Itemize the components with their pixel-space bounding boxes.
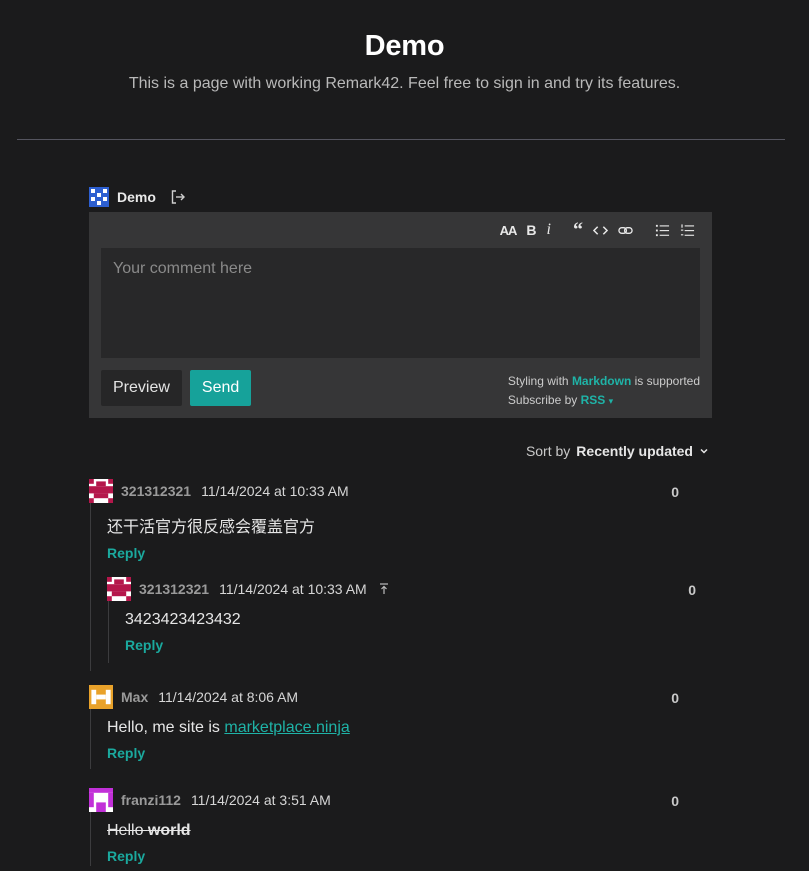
bold-icon[interactable]: B (526, 220, 536, 240)
divider (17, 139, 785, 140)
avatar[interactable] (107, 577, 131, 601)
reply-button[interactable]: Reply (107, 848, 145, 864)
editor-actions: Preview Send (101, 370, 252, 406)
logout-icon[interactable] (170, 189, 186, 205)
comment-input[interactable]: Your comment here (101, 248, 700, 358)
comment-author[interactable]: 321312321 (121, 483, 191, 499)
unordered-list-icon[interactable] (655, 220, 670, 240)
comment-author[interactable]: franzi112 (121, 792, 181, 808)
comment: Max 11/14/2024 at 8:06 AM 0 Hello, me si… (89, 685, 689, 769)
page-title: Demo (364, 30, 445, 62)
comment-author[interactable]: 321312321 (139, 581, 209, 597)
subscribe-note: Subscribe by RSS ▾ (508, 391, 700, 411)
comment-editor: AA B i “ Your comment here Preview Send (89, 212, 712, 418)
comment-score: 0 (671, 793, 679, 809)
comments-widget: Demo AA B i “ Your comment here Preview … (89, 185, 712, 866)
comment-text-prefix: Hello, me site is (107, 719, 225, 736)
comment-header: 321312321 11/14/2024 at 10:33 AM (107, 577, 689, 601)
comment-body: 还干活官方很反感会覆盖官方 Reply 321312321 11/14/2024… (90, 503, 696, 671)
user-name[interactable]: Demo (117, 189, 156, 205)
quote-icon[interactable]: “ (573, 219, 583, 241)
comment-header: Max 11/14/2024 at 8:06 AM (89, 685, 689, 709)
comment-body: Hello, me site is marketplace.ninja Repl… (90, 709, 689, 769)
comment-body: Hello world Reply (90, 812, 689, 866)
comment-time[interactable]: 11/14/2024 at 10:33 AM (219, 581, 367, 597)
comment-text-bold: world (147, 822, 191, 839)
sort-control: Sort by Recently updated (526, 443, 709, 459)
styling-prefix: Styling with (507, 374, 569, 388)
go-to-parent-icon[interactable] (379, 583, 389, 595)
reply-button[interactable]: Reply (107, 545, 145, 561)
comment-header: 321312321 11/14/2024 at 10:33 AM (89, 479, 689, 503)
ordered-list-icon[interactable] (680, 220, 695, 240)
avatar[interactable] (89, 788, 113, 812)
comment-score: 0 (671, 484, 679, 500)
markdown-link[interactable]: Markdown (572, 374, 631, 388)
reply-button[interactable]: Reply (107, 745, 145, 761)
comment-link[interactable]: marketplace.ninja (224, 719, 349, 736)
comment-time[interactable]: 11/14/2024 at 10:33 AM (201, 483, 349, 499)
user-avatar[interactable] (89, 187, 109, 207)
sort-select[interactable]: Recently updated (576, 443, 693, 459)
styling-suffix: is supported (634, 374, 700, 388)
page-subtitle: This is a page with working Remark42. Fe… (128, 75, 681, 92)
rss-link[interactable]: RSS (581, 393, 606, 407)
preview-button[interactable]: Preview (101, 370, 182, 406)
editor-toolbar: AA B i “ (89, 212, 712, 248)
comment-score: 0 (688, 582, 696, 598)
avatar[interactable] (89, 479, 113, 503)
italic-icon[interactable]: i (547, 220, 551, 240)
avatar[interactable] (89, 685, 113, 709)
user-bar: Demo (89, 185, 712, 209)
comment-time[interactable]: 11/14/2024 at 3:51 AM (191, 792, 331, 808)
page-header: Demo This is a page with working Remark4… (0, 0, 809, 93)
comment-author[interactable]: Max (121, 689, 148, 705)
chevron-down-icon[interactable] (699, 446, 709, 456)
comment-text-plain: Hello (107, 822, 148, 839)
editor-meta: Styling with Markdown is supported Subsc… (508, 372, 700, 411)
comment-placeholder: Your comment here (113, 260, 253, 277)
nested-comment: 321312321 11/14/2024 at 10:33 AM 0 34234… (107, 577, 696, 663)
reply-button[interactable]: Reply (125, 637, 163, 653)
comment: franzi112 11/14/2024 at 3:51 AM 0 Hello … (89, 788, 689, 866)
comment: 321312321 11/14/2024 at 10:33 AM 0 还干活官方… (89, 479, 696, 671)
comment-header: franzi112 11/14/2024 at 3:51 AM (89, 788, 689, 812)
styling-note: Styling with Markdown is supported (508, 372, 700, 391)
code-icon[interactable] (593, 220, 608, 240)
comment-text: 还干活官方很反感会覆盖官方 (107, 519, 316, 536)
sort-label: Sort by (525, 443, 571, 459)
comment-text: Hello world (107, 812, 689, 840)
comment-text: 3423423423432 (125, 611, 241, 628)
subscribe-prefix: Subscribe by (507, 393, 578, 407)
rss-caret-icon[interactable]: ▾ (609, 396, 614, 406)
comment-text: Hello, me site is marketplace.ninja (107, 709, 689, 737)
link-icon[interactable] (618, 220, 633, 240)
comment-time[interactable]: 11/14/2024 at 8:06 AM (158, 689, 298, 705)
comment-body: 3423423423432 Reply (108, 601, 689, 663)
comment-score: 0 (671, 690, 679, 706)
send-button[interactable]: Send (189, 370, 252, 406)
header-icon[interactable]: AA (500, 220, 518, 240)
